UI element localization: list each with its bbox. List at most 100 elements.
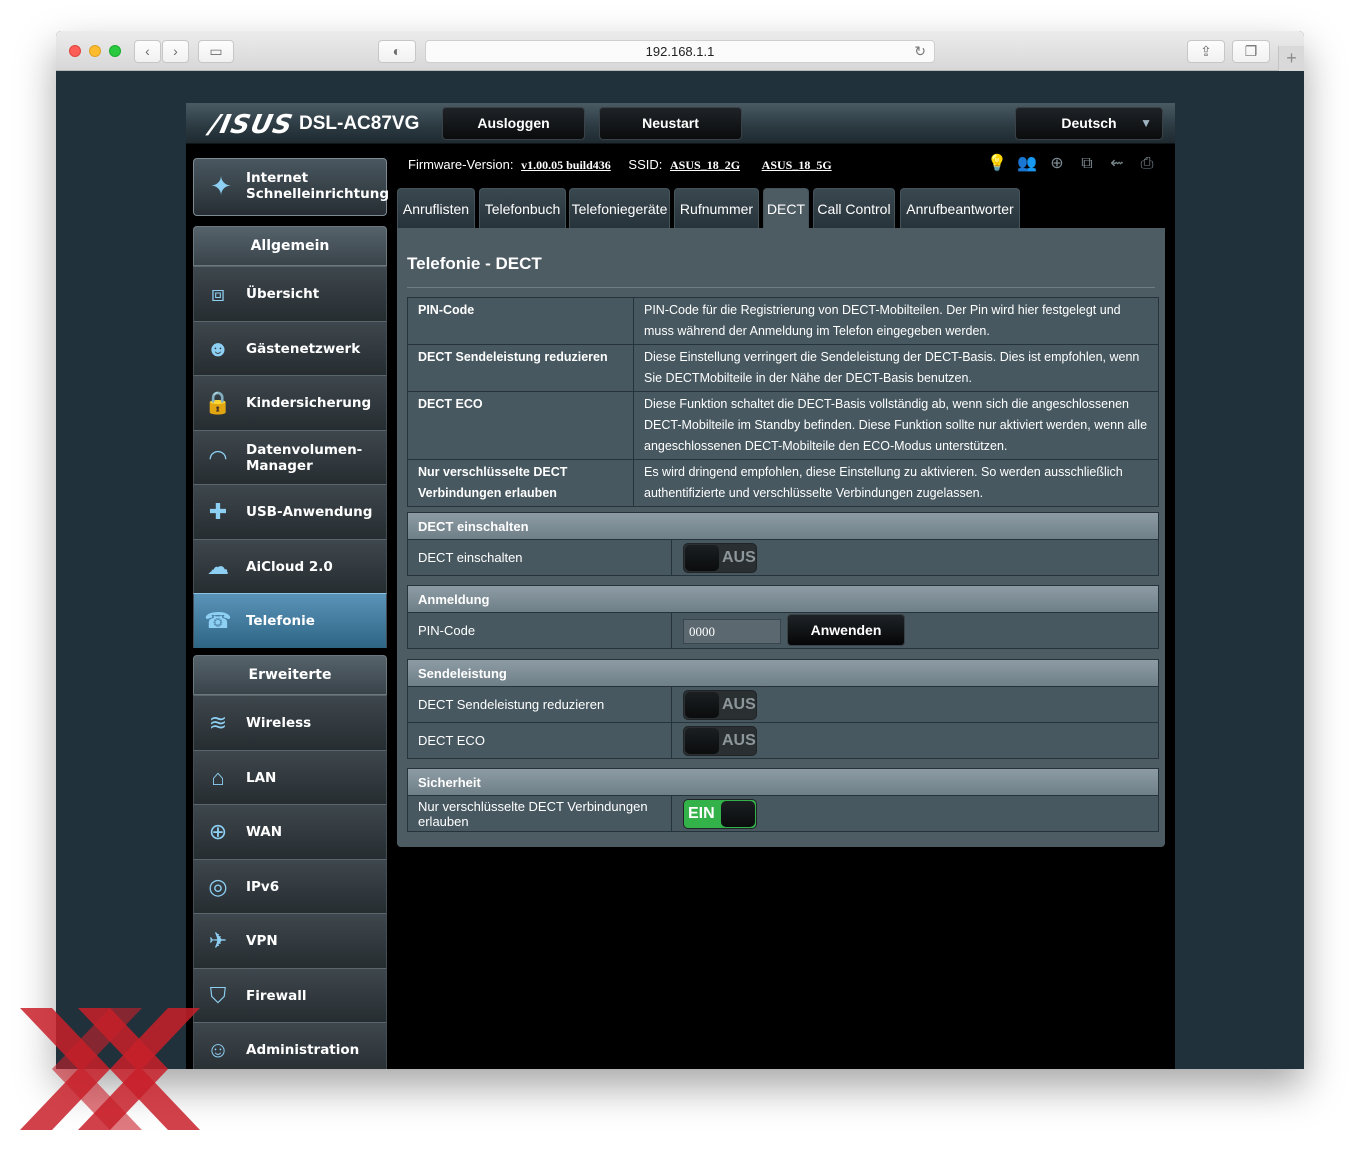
sidebar-item-overview[interactable]: ⧈ Übersicht <box>193 266 387 321</box>
sidebar-item-guest-network[interactable]: ☻ Gästenetzwerk <box>193 320 387 375</box>
parental-lock-icon: 🔒 <box>204 390 232 415</box>
setting-label: DECT ECO <box>418 733 485 748</box>
tab-telefonbuch[interactable]: Telefonbuch <box>479 188 566 228</box>
toggle-knob <box>685 692 719 718</box>
encrypted-only-toggle[interactable]: EIN <box>683 799 757 829</box>
home-icon: ⌂ <box>211 764 225 790</box>
content-panel: Telefonie - DECT PIN-Code PIN-Code für d… <box>397 228 1165 847</box>
reboot-button[interactable]: Neustart <box>599 107 742 140</box>
sidebar-item-usb-application[interactable]: ✚ USB-Anwendung <box>193 484 387 539</box>
setting-label: PIN-Code <box>418 623 476 638</box>
sidebar-item-label: Datenvolumen-Manager <box>246 441 363 474</box>
zoom-window-button[interactable] <box>109 45 121 57</box>
wifi-icon: ≋ <box>208 710 228 735</box>
description-text: Es wird dringend empfohlen, diese Einste… <box>633 459 1159 507</box>
toggle-state: EIN <box>688 805 715 822</box>
sidebar-item-wan[interactable]: ⊕ WAN <box>193 804 387 859</box>
new-tab-button[interactable]: + <box>1278 46 1304 71</box>
sidebar-item-label: LAN <box>246 769 277 786</box>
lightbulb-icon[interactable]: 💡 <box>986 153 1008 175</box>
row-divider <box>671 796 672 831</box>
sidebar-item-parental-control[interactable]: 🔒 Kindersicherung <box>193 375 387 430</box>
tab-anrufbeantworter[interactable]: Anrufbeantworter <box>900 188 1020 228</box>
ssid-5g-link[interactable]: ASUS_18_5G <box>762 158 832 172</box>
sidebar-item-aicloud[interactable]: ☁ AiCloud 2.0 <box>193 538 387 593</box>
setting-label: Nur verschlüsselte DECT Verbindungen erl… <box>418 798 648 829</box>
tab-anruflisten[interactable]: Anruflisten <box>397 188 475 228</box>
setting-row: DECT einschalten AUS <box>407 540 1159 576</box>
tab-rufnummer[interactable]: Rufnummer <box>674 188 759 228</box>
sidebar-item-label: VPN <box>246 933 278 949</box>
address-bar[interactable]: 192.168.1.1 ↻ <box>425 40 935 63</box>
section-login: Anmeldung PIN-Code Anwenden <box>407 585 1159 649</box>
description-text: Diese Funktion schaltet die DECT-Basis v… <box>633 391 1159 460</box>
description-text: PIN-Code für die Registrierung von DECT-… <box>633 297 1159 345</box>
sidebar-item-label: Übersicht <box>246 286 320 302</box>
firmware-info: Firmware-Version: v1.00.05 build436 SSID… <box>408 157 846 173</box>
dect-eco-toggle[interactable]: AUS <box>683 726 757 756</box>
page-title: Telefonie - DECT <box>407 254 542 273</box>
speedometer-icon: ◠ <box>208 444 228 470</box>
section-dect-enable: DECT einschalten DECT einschalten AUS <box>407 512 1159 576</box>
watermark-logo-icon <box>20 1008 200 1130</box>
guest-network-icon: ☻ <box>206 335 230 361</box>
globe-icon: ⊕ <box>208 819 228 844</box>
sidebar-item-label: Telefonie <box>246 613 315 629</box>
ssid-2g-link[interactable]: ASUS_18_2G <box>670 158 740 172</box>
sidebar-toggle-icon[interactable]: ▭ <box>198 40 234 63</box>
firmware-version-link[interactable]: v1.00.05 build436 <box>521 158 611 172</box>
reduce-power-toggle[interactable]: AUS <box>683 690 757 720</box>
sidebar-item-label: Gästenetzwerk <box>246 340 361 357</box>
language-select[interactable]: Deutsch ▼ <box>1015 107 1163 140</box>
magic-wand-icon: ✦ <box>210 171 232 201</box>
dect-enable-toggle[interactable]: AUS <box>683 543 757 573</box>
sidebar-item-label: IPv6 <box>246 878 280 895</box>
sidebar-item-vpn[interactable]: ✈ VPN <box>193 913 387 968</box>
share-icon[interactable]: ⇪ <box>1187 40 1225 63</box>
table-row: DECT ECO Diese Funktion schaltet die DEC… <box>407 391 1159 460</box>
toggle-state: AUS <box>722 696 756 713</box>
setting-row: Nur verschlüsselte DECT Verbindungen erl… <box>407 796 1159 832</box>
setting-label: DECT einschalten <box>418 550 523 565</box>
reload-icon[interactable]: ↻ <box>914 41 926 62</box>
asus-logo: /ISUS <box>206 110 296 140</box>
setting-label: DECT Sendeleistung reduzieren <box>418 697 605 712</box>
sidebar-item-wireless[interactable]: ≋ Wireless <box>193 695 387 750</box>
tab-call-control[interactable]: Call Control <box>813 188 895 228</box>
sidebar-item-telephony[interactable]: ☎ Telefonie <box>193 593 387 648</box>
tab-telefoniegeraete[interactable]: Telefoniegeräte <box>569 188 670 228</box>
forward-button[interactable]: › <box>162 40 189 63</box>
sidebar-item-firewall[interactable]: ⛉ Firewall <box>193 967 387 1022</box>
quick-internet-setup-button[interactable]: ✦ Internet Schnelleinrichtung <box>193 158 389 216</box>
sidebar-item-traffic-manager[interactable]: ◠ Datenvolumen-Manager <box>193 429 387 484</box>
url-text: 192.168.1.1 <box>645 44 715 59</box>
devices-icon[interactable]: ⧉ <box>1076 153 1098 175</box>
sidebar-item-label: Administration <box>246 1042 360 1058</box>
sidebar-item-administration[interactable]: ☺ Administration <box>193 1022 387 1069</box>
puzzle-icon: ✚ <box>208 499 228 524</box>
general-menu: Allgemein ⧈ Übersicht ☻ Gästenetzwerk 🔒 … <box>193 226 387 648</box>
ipv6-icon: ◎ <box>208 873 228 899</box>
minimize-window-button[interactable] <box>89 45 101 57</box>
sidebar-item-ipv6[interactable]: ◎ IPv6 <box>193 858 387 913</box>
advanced-menu: Erweiterte Einstellungen ≋ Wireless ⌂ LA… <box>193 655 387 1069</box>
logout-button[interactable]: Ausloggen <box>442 107 585 140</box>
section-header: DECT einschalten <box>407 512 1159 540</box>
reader-icon[interactable]: ◐ <box>378 40 416 63</box>
usb-icon[interactable]: ⇜ <box>1106 153 1128 175</box>
table-row: Nur verschlüsselte DECT Verbindungen erl… <box>407 459 1159 507</box>
clients-icon[interactable]: 👥 <box>1016 153 1038 175</box>
back-button[interactable]: ‹ <box>134 40 161 63</box>
description-key: PIN-Code <box>407 297 634 345</box>
tab-dect[interactable]: DECT <box>763 188 809 229</box>
pin-code-input[interactable] <box>683 619 781 644</box>
sidebar-item-lan[interactable]: ⌂ LAN <box>193 749 387 804</box>
row-divider <box>671 687 672 722</box>
apply-button[interactable]: Anwenden <box>787 614 905 646</box>
printer-icon[interactable]: ⎙ <box>1136 153 1158 175</box>
ssid-label: SSID: <box>628 157 663 172</box>
row-divider <box>671 613 672 648</box>
tabs-overview-icon[interactable]: ❐ <box>1232 40 1270 63</box>
internet-globe-icon[interactable]: ⊕ <box>1046 153 1068 175</box>
close-window-button[interactable] <box>69 45 81 57</box>
